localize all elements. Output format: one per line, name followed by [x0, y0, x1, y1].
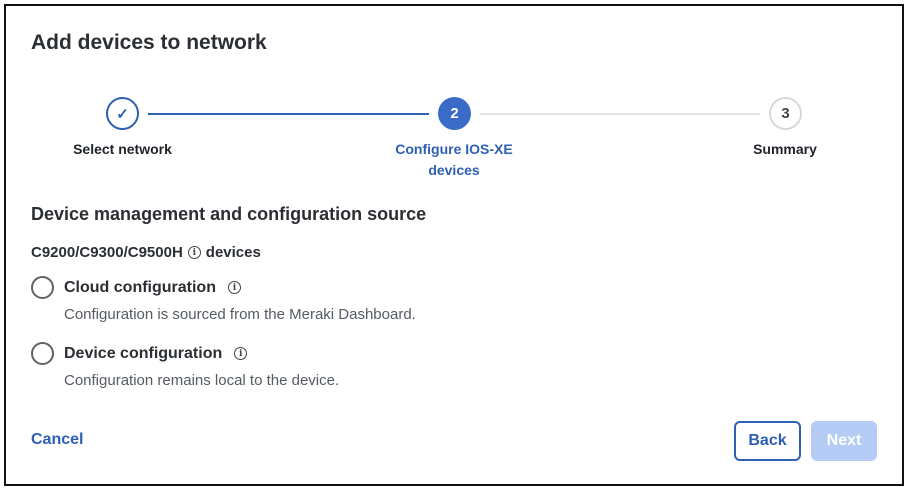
devices-word: devices	[205, 244, 261, 261]
section-title: Device management and configuration sour…	[31, 204, 427, 224]
dialog-title: Add devices to network	[31, 31, 267, 54]
step-3-marker: 3	[769, 97, 802, 130]
cloud-configuration-radio[interactable]	[31, 276, 54, 299]
cloud-configuration-description: Configuration is sourced from the Meraki…	[64, 306, 416, 323]
device-group-heading: C9200/C9300/C9500H i devices	[31, 244, 261, 261]
info-icon[interactable]: i	[187, 246, 201, 259]
back-button[interactable]: Back	[734, 421, 801, 461]
step-3-label: Summary	[753, 141, 817, 157]
stepper-line-complete	[148, 113, 429, 115]
step-1-label: Select network	[73, 141, 172, 157]
step-2-label: Configure IOS-XE devices	[395, 141, 513, 178]
stepper-line-upcoming	[480, 113, 760, 115]
cloud-configuration-label[interactable]: Cloud configuration	[64, 279, 216, 297]
info-icon[interactable]: i	[227, 281, 241, 294]
step-2-marker: 2	[438, 97, 471, 130]
next-button[interactable]: Next	[811, 421, 877, 461]
cancel-button[interactable]: Cancel	[31, 431, 83, 449]
device-configuration-description: Configuration remains local to the devic…	[64, 372, 340, 389]
device-models: C9200/C9300/C9500H	[31, 244, 183, 261]
cloud-configuration-option[interactable]: Cloud configuration i	[31, 276, 241, 299]
info-icon[interactable]: i	[234, 347, 248, 360]
step-1-check-icon: ✓	[106, 97, 139, 130]
device-configuration-radio[interactable]	[31, 342, 54, 365]
device-configuration-option[interactable]: Device configuration i	[31, 342, 248, 365]
device-configuration-label[interactable]: Device configuration	[64, 345, 222, 363]
